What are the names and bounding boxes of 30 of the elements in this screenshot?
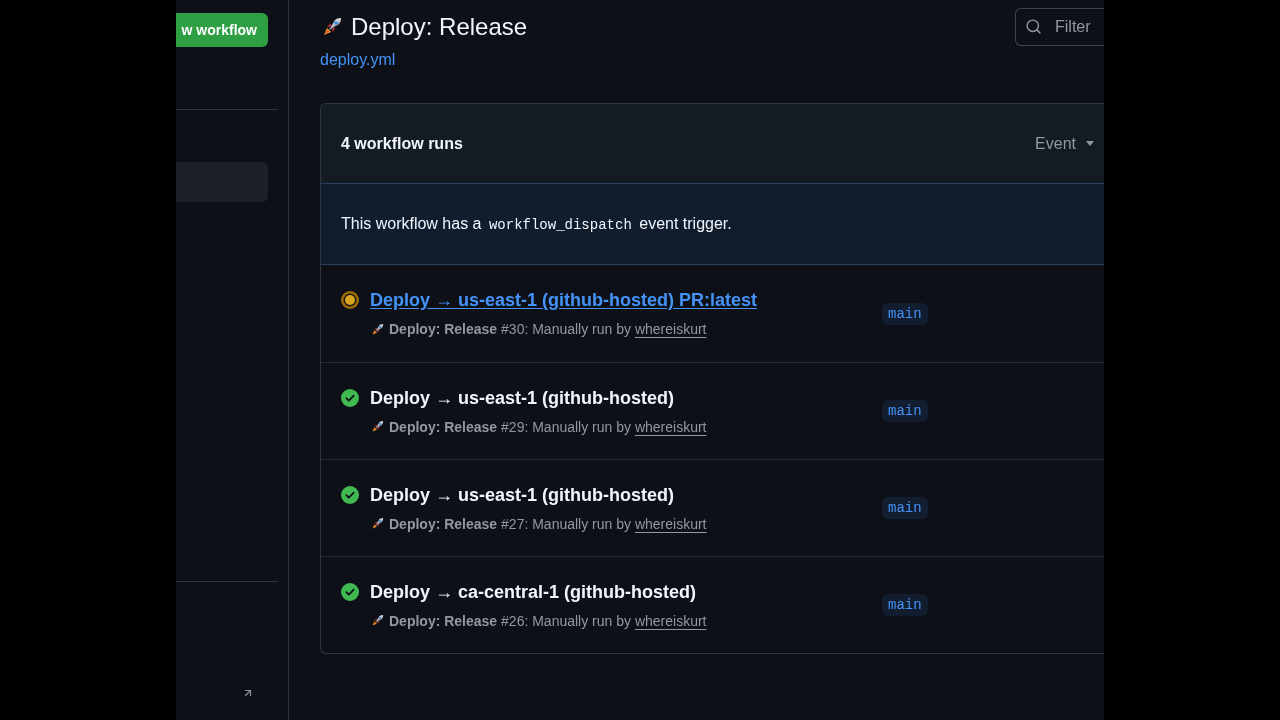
run-description: Deploy: Release #27: Manually run by whereiskurt xyxy=(389,514,707,534)
run-title-link[interactable]: Deploy → us-east-1 (github-hosted) xyxy=(370,482,674,507)
actor-link[interactable]: whereiskurt xyxy=(634,418,707,435)
branch-label[interactable]: main xyxy=(882,302,928,325)
run-title-link[interactable]: Deploy → us-east-1 (github-hosted) xyxy=(370,385,674,410)
external-link-icon[interactable] xyxy=(242,687,254,699)
search-icon xyxy=(1025,18,1042,35)
filter-field[interactable]: Filter xyxy=(1015,8,1104,46)
run-description: Deploy: Release #29: Manually run by whereiskurt xyxy=(389,417,707,437)
new-workflow-button[interactable]: w workflow xyxy=(176,13,268,47)
actor-link[interactable]: whereiskurt xyxy=(634,612,707,629)
caret-down-icon xyxy=(1086,141,1094,146)
workflow-file-link[interactable]: deploy.yml xyxy=(320,48,396,72)
actor-link[interactable]: whereiskurt xyxy=(634,321,707,337)
rocket-icon xyxy=(370,419,385,434)
branch-label[interactable]: main xyxy=(882,497,928,519)
branch-label[interactable]: main xyxy=(882,594,928,616)
runs-count: 4 workflow runs xyxy=(341,133,463,154)
run-title-link[interactable]: Deploy → us-east-1 (github-hosted) PR:latest xyxy=(370,288,758,312)
run-description: Deploy: Release #26: Manually run by whereiskurt xyxy=(389,611,707,631)
rocket-icon xyxy=(370,613,385,628)
workflow-title: Deploy: Release xyxy=(351,12,528,42)
run-description: Deploy: Release #30: Manually run by whereiskurt xyxy=(389,320,707,339)
event-filter-button[interactable]: Event xyxy=(1035,131,1094,156)
rocket-icon xyxy=(370,516,385,531)
run-title-link[interactable]: Deploy → ca-central-1 (github-hosted) xyxy=(370,579,697,604)
branch-label[interactable]: main xyxy=(882,400,928,422)
rocket-icon xyxy=(370,321,385,337)
actor-link[interactable]: whereiskurt xyxy=(634,515,707,532)
dispatch-notice: This workflow has a workflow_dispatch event trigger. xyxy=(341,214,732,235)
